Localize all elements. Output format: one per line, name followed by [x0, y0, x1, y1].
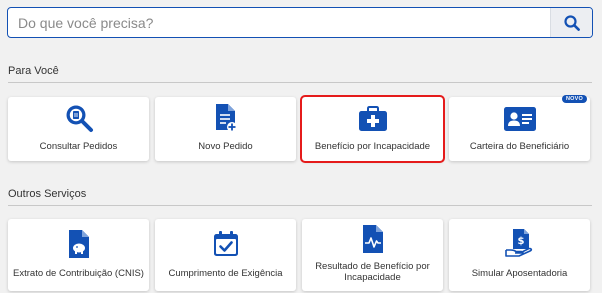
section-title-para-voce: Para Você	[8, 65, 59, 77]
new-document-icon	[215, 104, 237, 132]
section-divider	[8, 82, 592, 83]
card-cumprimento-de-exigencia[interactable]: Cumprimento de Exigência	[155, 219, 296, 291]
card-label: Novo Pedido	[198, 141, 253, 152]
card-consultar-pedidos[interactable]: Consultar Pedidos	[8, 97, 149, 161]
svg-text:$: $	[517, 236, 524, 247]
card-label: Benefício por Incapacidade	[314, 141, 431, 152]
card-simular-aposentadoria[interactable]: $ Simular Aposentadoria	[449, 219, 590, 291]
pulse-document-icon	[362, 225, 383, 253]
card-label: Consultar Pedidos	[39, 141, 118, 152]
card-label: Carteira do Beneficiário	[469, 141, 570, 152]
id-card-icon	[503, 107, 536, 131]
card-label: Extrato de Contribuição (CNIS)	[13, 268, 144, 279]
card-label: Resultado de Benefício por Incapacidade	[315, 261, 430, 283]
search-icon	[563, 14, 580, 31]
search-input[interactable]	[8, 8, 550, 37]
section-title-outros-servicos: Outros Serviços	[8, 188, 87, 200]
calendar-check-icon	[213, 231, 238, 256]
savings-document-icon	[68, 230, 89, 258]
search-button[interactable]	[550, 8, 592, 37]
card-carteira-do-beneficiario[interactable]: NOVO Carteira do Beneficiário	[449, 95, 590, 161]
card-label: Cumprimento de Exigência	[168, 268, 283, 279]
money-hand-icon: $	[504, 229, 532, 257]
card-extrato-de-contribuicao[interactable]: Extrato de Contribuição (CNIS)	[8, 219, 149, 291]
card-beneficio-por-incapacidade[interactable]: Benefício por Incapacidade	[300, 95, 445, 163]
search-bar	[7, 7, 593, 38]
page: Para Você Consultar Pedidos	[0, 0, 602, 293]
card-resultado-de-beneficio[interactable]: Resultado de Benefício por Incapacidade	[302, 219, 443, 291]
new-badge: NOVO	[562, 95, 587, 103]
card-novo-pedido[interactable]: Novo Pedido	[155, 97, 296, 161]
card-label: Simular Aposentadoria	[471, 268, 568, 279]
search-document-icon	[66, 105, 93, 132]
section-divider	[8, 205, 592, 206]
medical-kit-icon	[358, 106, 387, 131]
